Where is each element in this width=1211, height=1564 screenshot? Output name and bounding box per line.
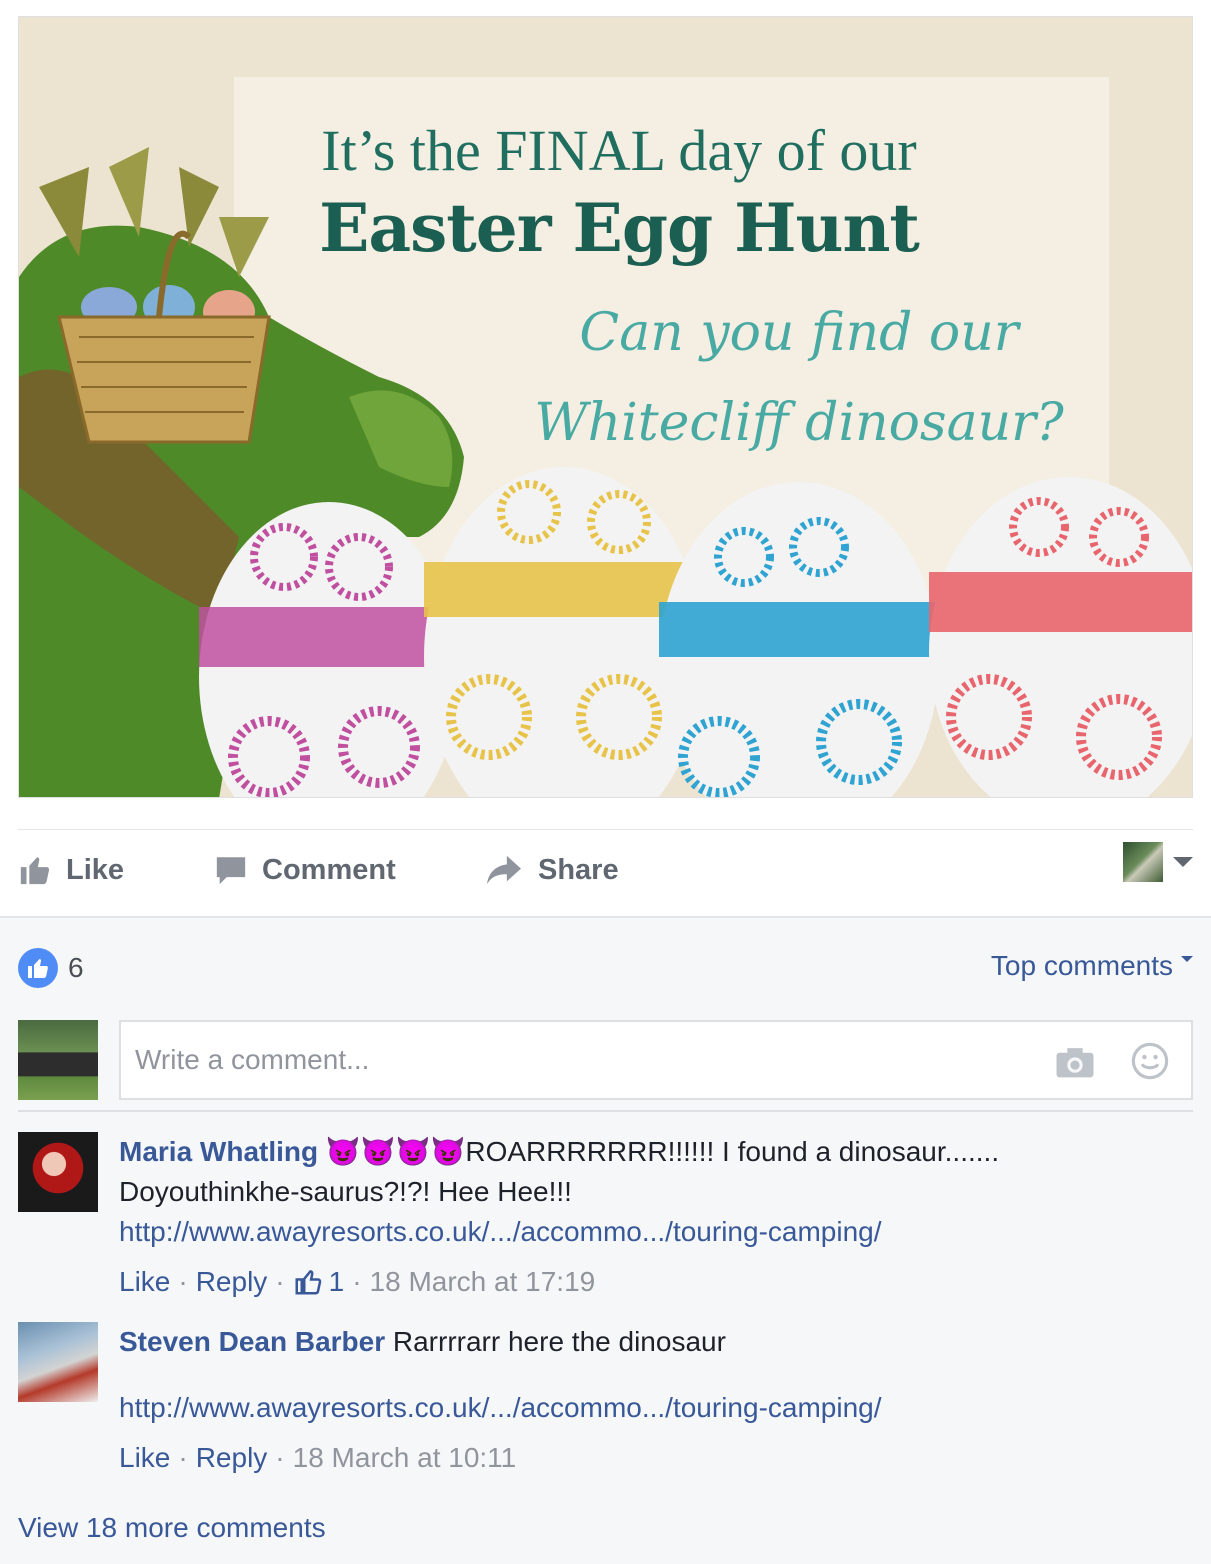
comment-timestamp[interactable]: 18 March at 10:11 xyxy=(293,1438,517,1478)
post-image[interactable]: It’s the FINAL day of our Easter Egg Hun… xyxy=(18,16,1193,798)
comment-like-count[interactable]: 1 xyxy=(293,1262,345,1302)
like-reaction-icon xyxy=(18,948,58,988)
share-button[interactable]: Share xyxy=(484,850,619,890)
separator-dot: · xyxy=(275,1442,285,1473)
view-more-comments-link[interactable]: View 18 more comments xyxy=(18,1512,326,1544)
comment-like-button[interactable]: Like xyxy=(119,1262,170,1302)
camera-icon[interactable] xyxy=(1055,1044,1095,1085)
comment-text-line1: ROARRRRRRR!!!!!! I found a dinosaur.....… xyxy=(465,1136,1000,1167)
comment-label: Comment xyxy=(262,853,396,886)
comment-reply-button[interactable]: Reply xyxy=(196,1262,268,1302)
like-count-value: 1 xyxy=(328,1266,345,1297)
comment-meta: Like · Reply · 18 March at 10:11 xyxy=(119,1438,1169,1478)
separator-dot: · xyxy=(178,1266,188,1297)
comment-author[interactable]: Maria Whatling xyxy=(119,1136,318,1167)
thumbs-up-outline-icon xyxy=(295,1270,321,1295)
image-tagline-line2: Whitecliff dinosaur? xyxy=(534,393,1064,453)
current-user-avatar[interactable] xyxy=(18,1020,98,1100)
comments-section: 6 Top comments Write a comment... Maria … xyxy=(0,916,1211,1564)
share-arrow-icon xyxy=(484,853,524,887)
reaction-summary[interactable]: 6 xyxy=(18,948,84,988)
divider xyxy=(18,1110,1193,1112)
emoji-icon[interactable] xyxy=(1131,1042,1169,1085)
profile-thumbnail xyxy=(1123,842,1163,882)
image-headline-line2: Easter Egg Hunt xyxy=(319,189,920,267)
avatar[interactable] xyxy=(18,1132,98,1212)
comment-link[interactable]: http://www.awayresorts.co.uk/.../accommo… xyxy=(119,1212,1169,1252)
post-as-selector[interactable] xyxy=(1123,842,1193,882)
thumbs-up-icon xyxy=(18,853,52,887)
dropdown-arrow-icon xyxy=(1181,956,1193,962)
comment-reply-button[interactable]: Reply xyxy=(196,1438,268,1478)
comment-text: Rarrrrarr here the dinosaur xyxy=(392,1326,726,1357)
comment-timestamp[interactable]: 18 March at 17:19 xyxy=(370,1262,596,1302)
separator-dot: · xyxy=(178,1442,188,1473)
like-button[interactable]: Like xyxy=(18,850,124,890)
comment-link[interactable]: http://www.awayresorts.co.uk/.../accommo… xyxy=(119,1388,1169,1428)
comment-input-placeholder: Write a comment... xyxy=(135,1044,370,1075)
image-tagline-line1: Can you find our xyxy=(579,303,1019,363)
comment-button[interactable]: Comment xyxy=(214,850,396,890)
avatar[interactable] xyxy=(18,1322,98,1402)
separator-dot: · xyxy=(275,1266,285,1297)
comment-input[interactable]: Write a comment... xyxy=(119,1020,1193,1100)
image-headline-line1: It’s the FINAL day of our xyxy=(321,118,917,183)
comment-sort-dropdown[interactable]: Top comments xyxy=(991,950,1193,982)
comment-author[interactable]: Steven Dean Barber xyxy=(119,1326,385,1357)
reaction-count: 6 xyxy=(68,952,84,983)
comment-emoji: 😈😈😈😈 xyxy=(325,1136,466,1167)
post-action-bar: Like Comment Share xyxy=(18,829,1193,916)
comment-icon xyxy=(214,853,248,887)
comment-text-line2: Doyouthinkhe-saurus?!?! Hee Hee!!! xyxy=(119,1176,572,1207)
like-label: Like xyxy=(66,853,125,886)
comment-sort-label: Top comments xyxy=(990,950,1173,981)
comment-like-button[interactable]: Like xyxy=(119,1438,170,1478)
chevron-down-icon xyxy=(1173,857,1193,867)
comment-meta: Like · Reply · 1 · 18 March at 17:19 xyxy=(119,1262,1169,1302)
separator-dot: · xyxy=(352,1266,362,1297)
share-label: Share xyxy=(538,853,619,886)
